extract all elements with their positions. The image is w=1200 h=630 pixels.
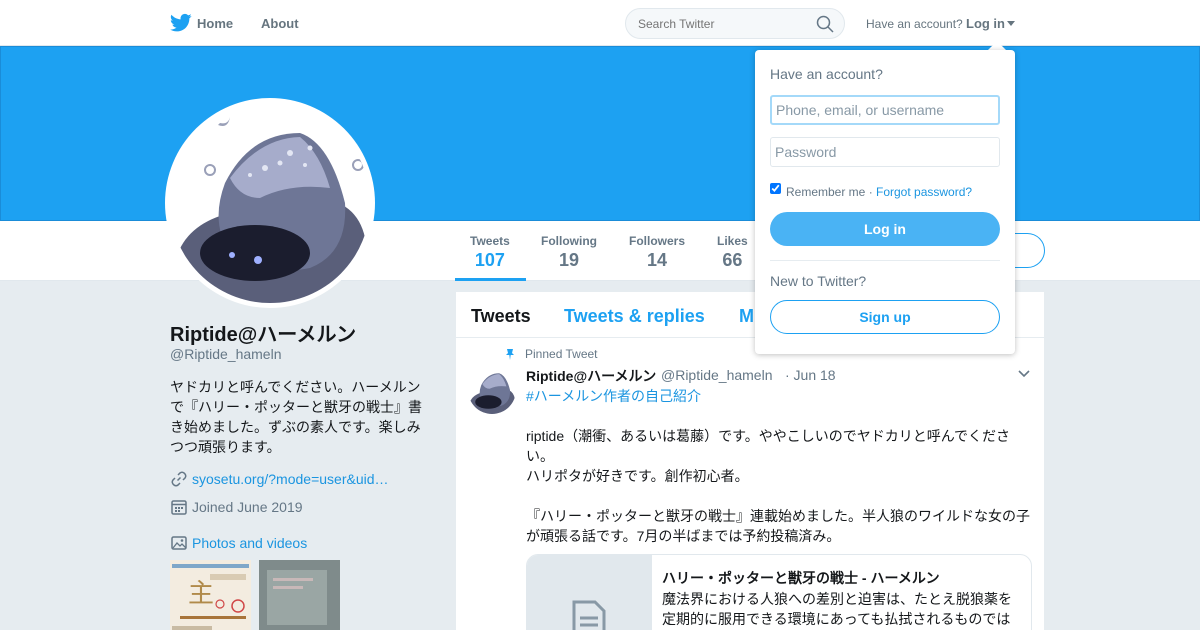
tab-media[interactable]: M <box>739 306 754 327</box>
tweet-text-line: ハリポタが好きです。創作初心者。 <box>526 468 749 484</box>
stat-value: 19 <box>558 250 580 270</box>
chevron-down-icon[interactable] <box>1018 370 1030 378</box>
calendar-icon <box>171 500 187 515</box>
remember-me-label[interactable]: Remember me · <box>786 185 873 199</box>
tweet-avatar[interactable] <box>468 366 516 414</box>
link-preview-card[interactable]: ハリー・ポッターと獣牙の戦士 - ハーメルン 魔法界における人狼への差別と迫害は… <box>526 554 1032 630</box>
active-stat-indicator <box>455 278 526 281</box>
card-thumbnail <box>527 555 652 630</box>
image-icon <box>171 536 187 550</box>
tweet-timestamp[interactable]: · Jun 18 <box>785 367 836 383</box>
nav-home-link[interactable]: Home <box>197 16 233 31</box>
stat-label: Following <box>541 234 597 248</box>
tweet-hashtag[interactable]: #ハーメルン作者の自己紹介 <box>526 386 701 406</box>
photo-thumbnail[interactable] <box>259 560 340 630</box>
avatar[interactable] <box>170 103 370 303</box>
login-heading: Have an account? <box>770 66 883 82</box>
profile-joined-date: Joined June 2019 <box>192 499 303 515</box>
stat-tweets[interactable]: Tweets 107 <box>470 234 510 271</box>
tab-tweets-replies[interactable]: Tweets & replies <box>564 306 705 327</box>
search-input[interactable] <box>625 8 845 39</box>
photo-thumbnail[interactable]: 主 <box>170 560 251 630</box>
remember-me-checkbox[interactable] <box>770 183 781 194</box>
tweet-avatar-image <box>468 373 516 414</box>
stat-likes[interactable]: Likes 66 <box>717 234 748 271</box>
stat-following[interactable]: Following 19 <box>541 234 597 271</box>
tweet-author-handle[interactable]: @Riptide_hameln <box>661 367 773 383</box>
username-field[interactable] <box>770 95 1000 125</box>
login-dropdown: Have an account? Remember me · Forgot pa… <box>755 50 1015 354</box>
profile-url-link[interactable]: syosetu.org/?mode=user&uid… <box>192 471 389 487</box>
tweet-text-line: 『ハリー・ポッターと獣牙の戦士』連載始めました。半人狼のワイルドな女の子が頑張る… <box>526 508 1030 544</box>
stat-value: 14 <box>646 250 668 270</box>
tab-tweets[interactable]: Tweets <box>471 306 531 327</box>
nav-about-link[interactable]: About <box>261 16 299 31</box>
pin-icon <box>506 349 514 360</box>
thumbnail-image: 主 <box>170 560 251 630</box>
card-title: ハリー・ポッターと獣牙の戦士 - ハーメルン <box>662 570 940 586</box>
divider <box>770 260 1000 261</box>
tweet-text-line: riptide（潮衝、あるいは葛藤）です。ややこしいのでヤドカリと呼んでください… <box>526 428 1011 464</box>
top-navigation-bar: Home About Have an account? Log in <box>0 0 1200 46</box>
profile-display-name[interactable]: Riptide@ハーメルン <box>170 318 356 347</box>
link-icon <box>171 471 187 487</box>
dropdown-arrow <box>988 41 1006 50</box>
pinned-tweet-label: Pinned Tweet <box>525 347 598 361</box>
avatar-hermit-crab-image <box>170 117 370 303</box>
have-account-text: Have an account? <box>866 17 963 31</box>
stat-followers[interactable]: Followers 14 <box>629 234 685 271</box>
photos-videos-link[interactable]: Photos and videos <box>192 535 307 551</box>
signup-button[interactable]: Sign up <box>770 300 1000 334</box>
thumbnail-image <box>259 560 340 630</box>
stat-label: Tweets <box>470 234 510 248</box>
chevron-down-icon[interactable] <box>1007 21 1015 26</box>
stat-label: Likes <box>717 234 748 248</box>
login-button[interactable]: Log in <box>770 212 1000 246</box>
stat-value: 107 <box>474 250 505 270</box>
stat-label: Followers <box>629 234 686 248</box>
forgot-password-link[interactable]: Forgot password? <box>876 185 972 199</box>
login-menu-toggle[interactable]: Log in <box>966 16 1005 31</box>
svg-text:主: 主 <box>188 579 214 609</box>
tweet-text: riptide（潮衝、あるいは葛藤）です。ややこしいのでヤドカリと呼んでください… <box>526 426 1036 546</box>
profile-handle[interactable]: @Riptide_hameln <box>170 346 282 362</box>
search-icon[interactable] <box>816 15 834 33</box>
tweet-author-name[interactable]: Riptide@ハーメルン <box>526 366 656 386</box>
profile-bio: ヤドカリと呼んでください。ハーメルンで『ハリー・ポッターと獣牙の戦士』書き始めま… <box>170 379 422 455</box>
new-to-twitter-text: New to Twitter? <box>770 273 867 289</box>
card-description: 魔法界における人狼への差別と迫害は、たとえ脱狼薬を定期的に服用できる環境にあって… <box>662 591 1012 627</box>
stat-value: 66 <box>722 250 743 270</box>
document-icon <box>572 600 606 630</box>
twitter-bird-icon[interactable] <box>170 13 192 33</box>
password-field[interactable] <box>770 137 1000 167</box>
